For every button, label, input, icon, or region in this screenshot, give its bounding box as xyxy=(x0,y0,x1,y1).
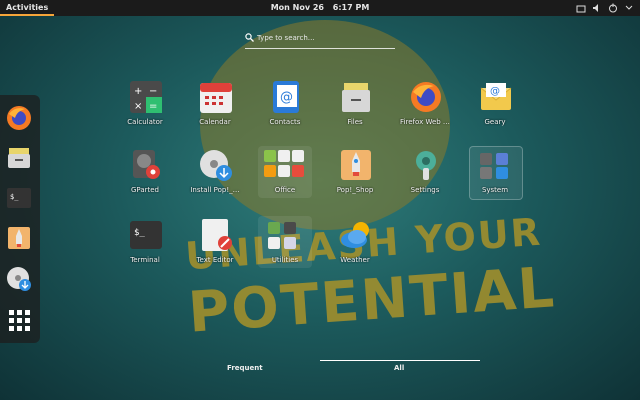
app-label: System xyxy=(481,186,509,194)
install-pop-icon xyxy=(7,267,31,291)
app-utilities[interactable]: Utilities xyxy=(250,218,320,288)
install-pop-icon xyxy=(200,150,232,181)
app-install-pop[interactable]: Install Pop!_… xyxy=(180,148,250,218)
app-pop-shop[interactable]: Pop!_Shop xyxy=(320,148,390,218)
app-gparted[interactable]: GParted xyxy=(110,148,180,218)
svg-text:$_: $_ xyxy=(10,193,19,201)
top-bar: Activities Mon Nov 26 6:17 PM xyxy=(0,0,640,16)
search-icon xyxy=(245,33,254,44)
clock-button[interactable]: Mon Nov 26 6:17 PM xyxy=(0,0,640,16)
view-switcher: Frequent All xyxy=(160,360,480,382)
files-icon xyxy=(342,83,370,112)
app-settings[interactable]: Settings xyxy=(390,148,460,218)
chevron-down-icon xyxy=(624,3,634,13)
svg-text:−: − xyxy=(149,86,157,97)
svg-text:=: = xyxy=(149,101,157,112)
app-label: Text Editor xyxy=(196,256,234,264)
tab-all[interactable]: All xyxy=(394,364,404,372)
search-placeholder: Type to search… xyxy=(257,34,315,42)
dock-install-pop[interactable] xyxy=(4,263,34,293)
dock: $_ xyxy=(0,95,40,343)
calculator-icon: + −× = xyxy=(130,81,162,113)
pop-shop-icon xyxy=(8,227,30,249)
svg-text:@: @ xyxy=(280,90,293,105)
show-apps-icon xyxy=(9,310,30,331)
dock-files[interactable] xyxy=(4,143,34,173)
terminal-icon: $_ xyxy=(7,188,31,208)
power-icon xyxy=(608,3,618,13)
app-label: Contacts xyxy=(269,118,301,126)
app-contacts[interactable]: @ Contacts xyxy=(250,80,320,150)
app-calendar[interactable]: Calendar xyxy=(180,80,250,150)
clock-date: Mon Nov 26 xyxy=(270,3,324,12)
gparted-icon xyxy=(133,150,160,179)
app-office[interactable]: Office xyxy=(250,148,320,218)
app-firefox[interactable]: Firefox Web … xyxy=(390,80,460,150)
firefox-icon xyxy=(7,106,31,130)
app-label: Calendar xyxy=(199,118,231,126)
dock-terminal[interactable]: $_ xyxy=(4,183,34,213)
geary-icon: @ xyxy=(480,83,512,110)
network-icon xyxy=(576,3,586,13)
svg-text:$_: $_ xyxy=(134,228,145,238)
tab-frequent[interactable]: Frequent xyxy=(227,364,263,372)
app-geary[interactable]: @ Geary xyxy=(460,80,530,150)
svg-text:@: @ xyxy=(490,86,500,97)
app-label: Files xyxy=(347,118,363,126)
app-text-editor[interactable]: Text Editor xyxy=(180,218,250,288)
app-label: Firefox Web … xyxy=(400,118,450,126)
app-system[interactable]: System xyxy=(460,148,530,218)
app-terminal[interactable]: $_ Terminal xyxy=(110,218,180,288)
app-label: GParted xyxy=(131,186,159,194)
app-label: Office xyxy=(274,186,296,194)
app-files[interactable]: Files xyxy=(320,80,390,150)
dock-show-apps[interactable] xyxy=(4,305,34,335)
app-label: Geary xyxy=(484,118,506,126)
clock-time: 6:17 PM xyxy=(332,3,370,12)
app-calculator[interactable]: + − × = Calculator xyxy=(110,80,180,150)
app-label: Weather xyxy=(340,256,370,264)
app-label: Terminal xyxy=(130,256,160,264)
contacts-icon: @ xyxy=(273,81,299,113)
svg-text:+: + xyxy=(134,86,142,97)
app-label: Calculator xyxy=(127,118,163,126)
app-label: Pop!_Shop xyxy=(336,186,374,194)
svg-text:×: × xyxy=(134,101,142,112)
files-icon xyxy=(8,148,30,168)
system-tray[interactable] xyxy=(576,3,634,13)
weather-icon xyxy=(341,222,369,248)
app-label: Install Pop!_… xyxy=(190,186,240,194)
calendar-icon xyxy=(200,83,232,113)
search-input[interactable]: Type to search… xyxy=(245,30,395,49)
dock-pop-shop[interactable] xyxy=(4,223,34,253)
app-weather[interactable]: Weather xyxy=(320,218,390,288)
dock-firefox[interactable] xyxy=(4,103,34,133)
settings-icon xyxy=(416,151,436,180)
terminal-icon: $_ xyxy=(130,221,162,249)
pop-shop-icon xyxy=(341,150,371,180)
app-label: Utilities xyxy=(271,256,299,264)
volume-icon xyxy=(592,3,602,13)
text-editor-icon xyxy=(202,219,232,251)
tab-all-indicator xyxy=(320,360,480,361)
app-label: Settings xyxy=(410,186,440,194)
firefox-icon xyxy=(411,82,441,112)
